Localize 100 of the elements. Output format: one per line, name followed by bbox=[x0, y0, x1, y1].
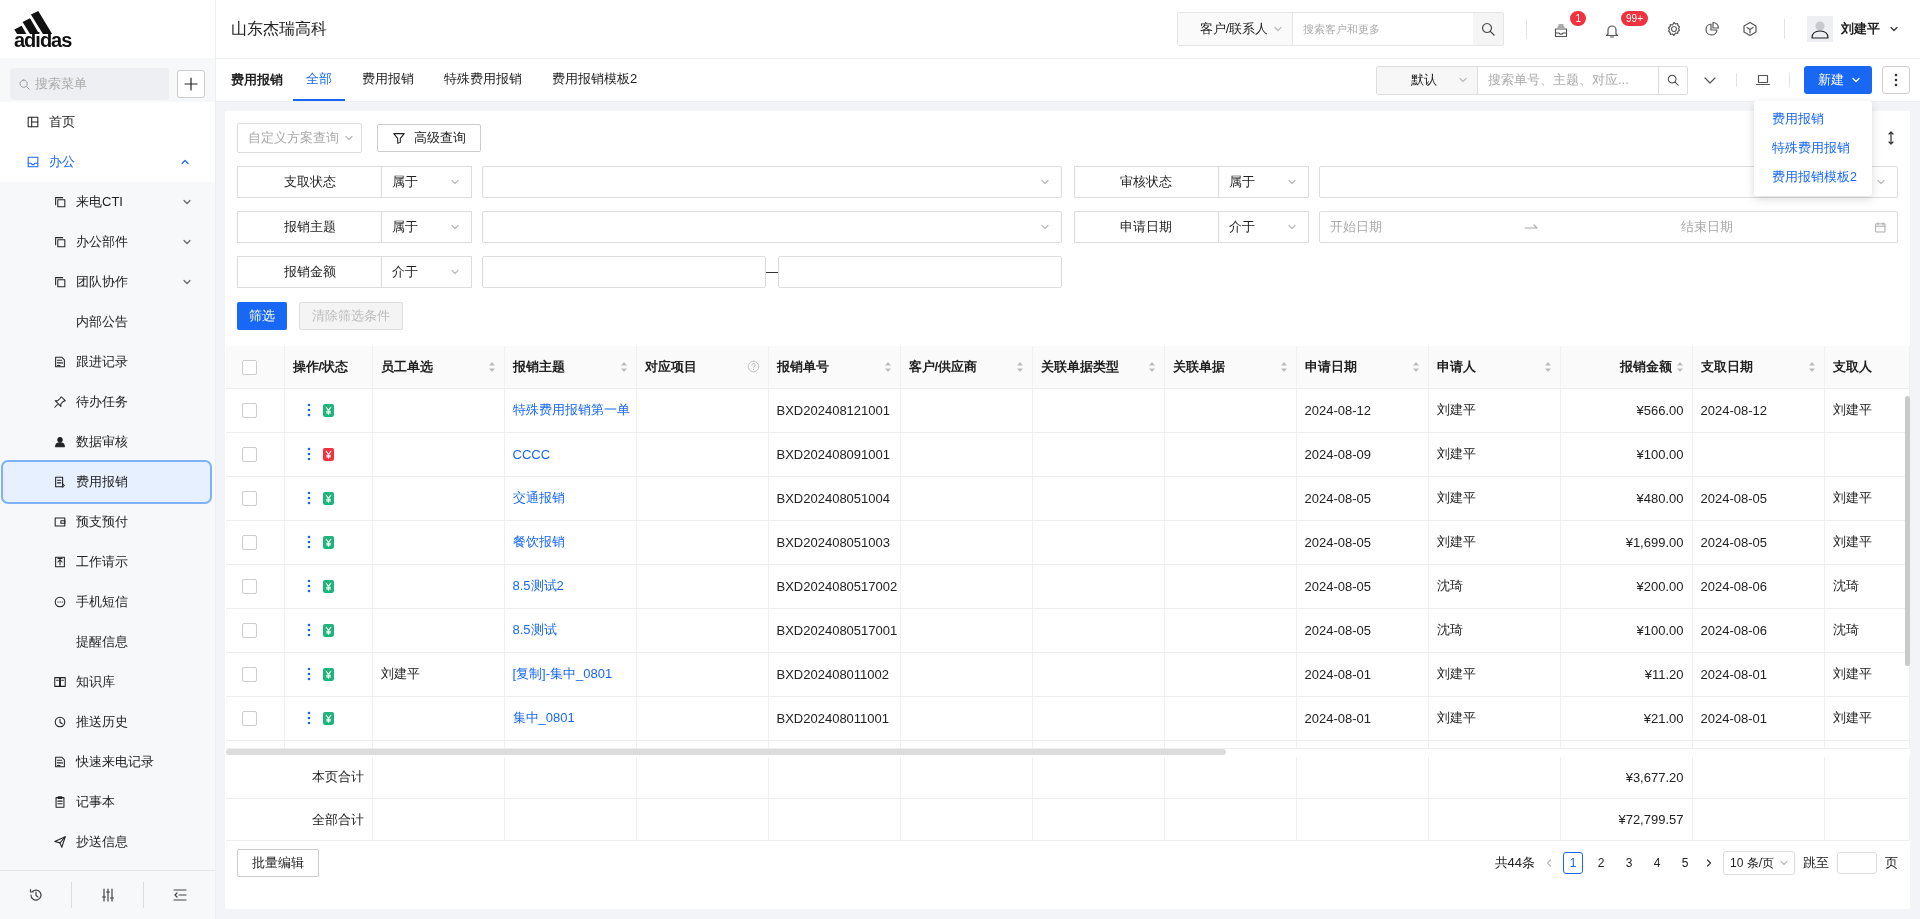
menu-item[interactable]: 知识库 bbox=[3, 662, 210, 702]
menu-item[interactable]: 办公 bbox=[0, 142, 215, 182]
more-icon bbox=[1894, 73, 1898, 87]
advanced-search-button[interactable]: 高级查询 bbox=[377, 124, 481, 152]
cube-icon bbox=[1742, 21, 1758, 37]
more-icon[interactable] bbox=[306, 447, 311, 461]
more-icon[interactable] bbox=[306, 403, 311, 417]
record-search-field[interactable]: 默认 搜索单号、主题、对应... bbox=[1376, 65, 1688, 95]
menu-item[interactable]: 办公部件 bbox=[3, 222, 210, 262]
menu-item[interactable]: 首页 bbox=[0, 102, 215, 142]
column-header[interactable]: 支取日期 bbox=[1700, 357, 1753, 376]
column-header[interactable]: 报销金额 bbox=[1619, 357, 1672, 376]
row-checkbox[interactable] bbox=[242, 491, 257, 507]
menu-item[interactable]: 费用报销 bbox=[3, 462, 210, 502]
filter-button[interactable]: 筛选 bbox=[237, 302, 287, 330]
menu-item[interactable]: 待办任务 bbox=[3, 382, 210, 422]
menu-item[interactable]: 手机短信 bbox=[3, 582, 210, 622]
page-button[interactable]: 1 bbox=[1563, 852, 1583, 874]
new-button[interactable]: 新建 bbox=[1804, 66, 1872, 94]
search-icon bbox=[1480, 21, 1497, 37]
menu-item[interactable]: 记事本 bbox=[3, 782, 210, 822]
row-checkbox[interactable] bbox=[242, 579, 257, 595]
select-all-checkbox[interactable] bbox=[242, 359, 257, 375]
row-checkbox[interactable] bbox=[242, 711, 257, 727]
menu-item[interactable]: 提醒信息 bbox=[3, 622, 210, 662]
menu-item[interactable]: 内部公告 bbox=[3, 302, 210, 342]
column-header[interactable]: 关联单据 bbox=[1172, 357, 1225, 376]
column-header[interactable]: 报销单号 bbox=[776, 357, 829, 376]
table-cell: BXD202408121001 bbox=[776, 402, 890, 418]
page-button[interactable]: 5 bbox=[1675, 852, 1695, 874]
row-checkbox[interactable] bbox=[242, 535, 257, 551]
page-button[interactable]: 2 bbox=[1591, 852, 1611, 874]
tab[interactable]: 特殊费用报销 bbox=[431, 59, 535, 101]
menu-option[interactable]: 费用报销模板2 bbox=[1754, 163, 1872, 192]
more-icon[interactable] bbox=[306, 623, 311, 637]
record-link[interactable]: 集中_0801 bbox=[512, 710, 575, 725]
page-button[interactable]: 4 bbox=[1647, 852, 1667, 874]
more-icon[interactable] bbox=[306, 711, 311, 725]
row-checkbox[interactable] bbox=[242, 447, 257, 463]
operator-select[interactable]: 介于 bbox=[382, 256, 472, 288]
record-link[interactable]: 8.5测试2 bbox=[512, 578, 564, 593]
batch-edit-button[interactable]: 批量编辑 bbox=[237, 849, 319, 877]
operator-select[interactable]: 属于 bbox=[382, 211, 472, 243]
value-select[interactable] bbox=[1318, 166, 1898, 198]
filter-label: 报销主题 bbox=[237, 211, 382, 243]
row-checkbox[interactable] bbox=[242, 403, 257, 419]
menu-item[interactable]: 跟进记录 bbox=[3, 342, 210, 382]
menu-item[interactable]: 抄送信息 bbox=[3, 822, 210, 862]
table-cell: 刘建平 bbox=[1832, 490, 1872, 505]
vertical-scrollbar[interactable] bbox=[1905, 396, 1910, 666]
menu-item[interactable]: 预支预付 bbox=[3, 502, 210, 542]
max-amount-field[interactable] bbox=[777, 256, 1062, 288]
table-cell: 刘建平 bbox=[1832, 534, 1872, 549]
record-link[interactable]: 交通报销 bbox=[512, 490, 565, 505]
table-cell: ¥200.00 bbox=[1636, 578, 1684, 594]
record-link[interactable]: 8.5测试 bbox=[512, 622, 557, 637]
menu-item[interactable]: 快速来电记录 bbox=[3, 742, 210, 782]
column-header[interactable]: 申请日期 bbox=[1304, 357, 1357, 376]
more-icon[interactable] bbox=[306, 579, 311, 593]
page-size-select[interactable]: 10 条/页 bbox=[1723, 851, 1795, 875]
view-select[interactable]: 默认 bbox=[1377, 66, 1478, 94]
menu-option[interactable]: 费用报销 bbox=[1754, 105, 1872, 134]
more-icon[interactable] bbox=[306, 535, 311, 549]
tab[interactable]: 费用报销 bbox=[349, 59, 427, 101]
record-link[interactable]: CCCC bbox=[512, 446, 551, 462]
row-checkbox[interactable] bbox=[242, 667, 257, 683]
value-select[interactable] bbox=[482, 211, 1062, 243]
record-link[interactable]: 特殊费用报销第一单 bbox=[512, 402, 630, 417]
table-cell: 2024-08-01 bbox=[1304, 666, 1371, 682]
more-icon[interactable] bbox=[306, 491, 311, 505]
page-button[interactable]: 3 bbox=[1619, 852, 1639, 874]
operator-select[interactable]: 属于 bbox=[1218, 166, 1309, 198]
tab[interactable]: 费用报销模板2 bbox=[539, 59, 651, 101]
column-header: 对应项目 bbox=[644, 357, 697, 376]
row-checkbox[interactable] bbox=[242, 623, 257, 639]
table-cell: BXD2024080517002 bbox=[776, 578, 898, 594]
menu-item[interactable]: 团队协作 bbox=[3, 262, 210, 302]
user-menu[interactable]: 刘建平 bbox=[1807, 16, 1900, 42]
column-header[interactable]: 报销主题 bbox=[512, 357, 565, 376]
table-cell: 2024-08-05 bbox=[1304, 490, 1371, 506]
record-link[interactable]: 餐饮报销 bbox=[512, 534, 565, 549]
menu-option[interactable]: 特殊费用报销 bbox=[1754, 134, 1872, 163]
min-amount-field[interactable] bbox=[482, 256, 766, 288]
menu-item[interactable]: 数据审核 bbox=[3, 422, 210, 462]
column-header[interactable]: 员工单选 bbox=[380, 357, 433, 376]
search-scope-select[interactable]: 客户/联系人 bbox=[1177, 13, 1294, 45]
value-select[interactable] bbox=[482, 166, 1062, 198]
menu-item[interactable]: 工作请示 bbox=[3, 542, 210, 582]
more-button[interactable] bbox=[1882, 66, 1910, 94]
page-number-field[interactable] bbox=[1837, 852, 1877, 874]
add-button[interactable] bbox=[177, 70, 205, 98]
menu-item[interactable]: 来电CTI bbox=[3, 182, 210, 222]
resize-icon[interactable] bbox=[1886, 130, 1896, 146]
record-link[interactable]: [复制]-集中_0801 bbox=[512, 666, 613, 681]
global-search-field[interactable]: 客户/联系人 搜索客户和更多 bbox=[1176, 12, 1505, 46]
operator-select[interactable]: 介于 bbox=[1218, 211, 1309, 243]
column-header[interactable]: 申请人 bbox=[1436, 357, 1476, 376]
menu-item[interactable]: 推送历史 bbox=[3, 702, 210, 742]
more-icon[interactable] bbox=[306, 667, 311, 681]
operator-select[interactable]: 属于 bbox=[382, 166, 472, 198]
